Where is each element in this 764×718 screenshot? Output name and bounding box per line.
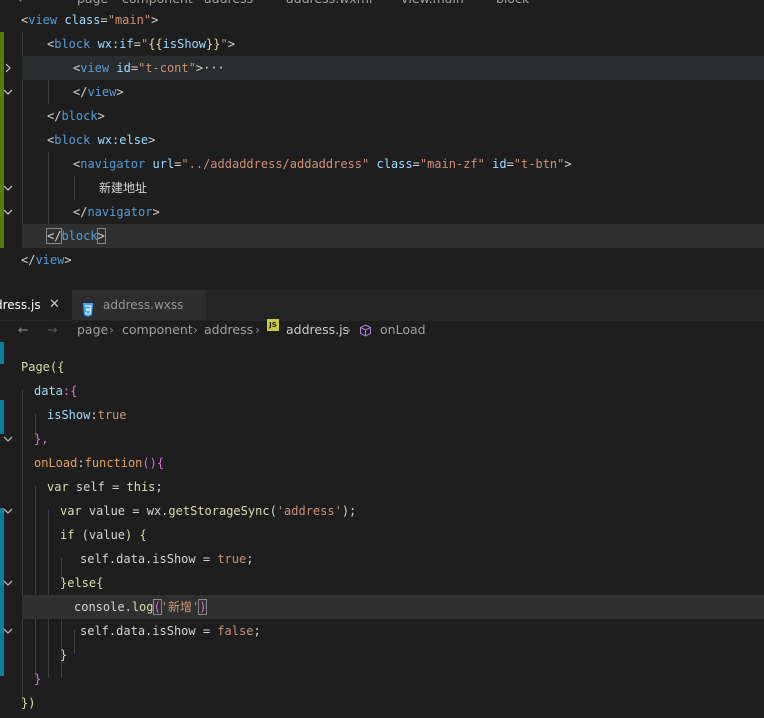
- close-icon[interactable]: ✕: [49, 290, 60, 320]
- forward-arrow-icon[interactable]: →: [47, 319, 57, 341]
- code-line[interactable]: isShow:true: [0, 403, 764, 427]
- code-line[interactable]: if (value) {: [0, 523, 764, 586]
- code-line[interactable]: data:{: [0, 379, 764, 442]
- code-line[interactable]: <block wx:if="{{isShow}}">: [0, 32, 764, 95]
- code-line[interactable]: self.data.isShow = true;: [0, 547, 764, 571]
- wxml-editor-pane[interactable]: ← page component address address.wxml vi…: [0, 0, 764, 290]
- code-line[interactable]: },: [0, 427, 764, 451]
- code-line-current[interactable]: </block>: [22, 224, 764, 248]
- bracket-match: >: [96, 228, 106, 244]
- js-editor-pane[interactable]: dress.js ✕ address.wxss ← → page › compo…: [0, 290, 764, 718]
- bracket-match: ): [198, 599, 208, 615]
- code-line[interactable]: <navigator url="../addaddress/addaddress…: [0, 152, 764, 215]
- code-line[interactable]: Page({: [0, 355, 764, 379]
- tab-label: dress.js: [0, 298, 41, 312]
- code-line[interactable]: var value = wx.getStorageSync('address')…: [0, 499, 764, 523]
- wxml-code[interactable]: <view class="main"> <block wx:if="{{isSh…: [0, 0, 764, 290]
- breadcrumb-item[interactable]: component: [122, 319, 193, 341]
- js-code[interactable]: Page({ data:{ isShow:true }, onLoad:func…: [0, 342, 764, 718]
- code-line[interactable]: </block>: [0, 104, 764, 128]
- code-line[interactable]: <view class="main">: [0, 8, 764, 32]
- bracket-match: </: [45, 228, 63, 244]
- code-line[interactable]: <block wx:else>: [0, 128, 764, 191]
- code-line[interactable]: 新建地址: [0, 176, 764, 200]
- code-line[interactable]: onLoad:function(){: [0, 451, 764, 514]
- code-line[interactable]: }else{: [0, 571, 764, 634]
- fold-chevron-right-icon[interactable]: [3, 56, 13, 80]
- chevron-right-icon: ›: [109, 322, 114, 337]
- tab-address-wxss[interactable]: address.wxss: [72, 290, 206, 320]
- folded-ellipsis[interactable]: ···: [203, 61, 225, 75]
- code-line[interactable]: </navigator>: [0, 200, 764, 224]
- tab-label: address.wxss: [103, 298, 184, 312]
- code-line[interactable]: }: [0, 667, 764, 691]
- code-line[interactable]: }): [0, 691, 764, 715]
- chevron-right-icon: ›: [346, 322, 351, 337]
- code-line-current[interactable]: console.log('新增'): [22, 595, 764, 619]
- breadcrumb-item[interactable]: onLoad: [380, 319, 426, 341]
- js-breadcrumb: ← → page › component › address › JS addr…: [0, 319, 764, 341]
- code-line[interactable]: self.data.isShow = false;: [0, 619, 764, 643]
- editor-tab-bar: dress.js ✕ address.wxss: [0, 290, 764, 321]
- back-arrow-icon[interactable]: ←: [18, 319, 28, 341]
- breadcrumb-item[interactable]: address.js: [286, 319, 349, 341]
- chevron-right-icon: ›: [255, 322, 260, 337]
- code-line-current[interactable]: <view id="t-cont">···: [22, 56, 764, 80]
- code-line[interactable]: </view>: [0, 248, 764, 272]
- code-line[interactable]: </view>: [0, 80, 764, 104]
- chevron-right-icon: ›: [193, 322, 198, 337]
- bracket-match: (: [152, 599, 162, 615]
- code-line[interactable]: }: [0, 643, 764, 667]
- js-file-icon: JS: [267, 319, 279, 331]
- breadcrumb-item[interactable]: page: [77, 319, 108, 341]
- code-line[interactable]: var self = this;: [0, 475, 764, 499]
- breadcrumb-item[interactable]: address: [204, 319, 253, 341]
- tab-address-js[interactable]: dress.js ✕: [0, 290, 72, 320]
